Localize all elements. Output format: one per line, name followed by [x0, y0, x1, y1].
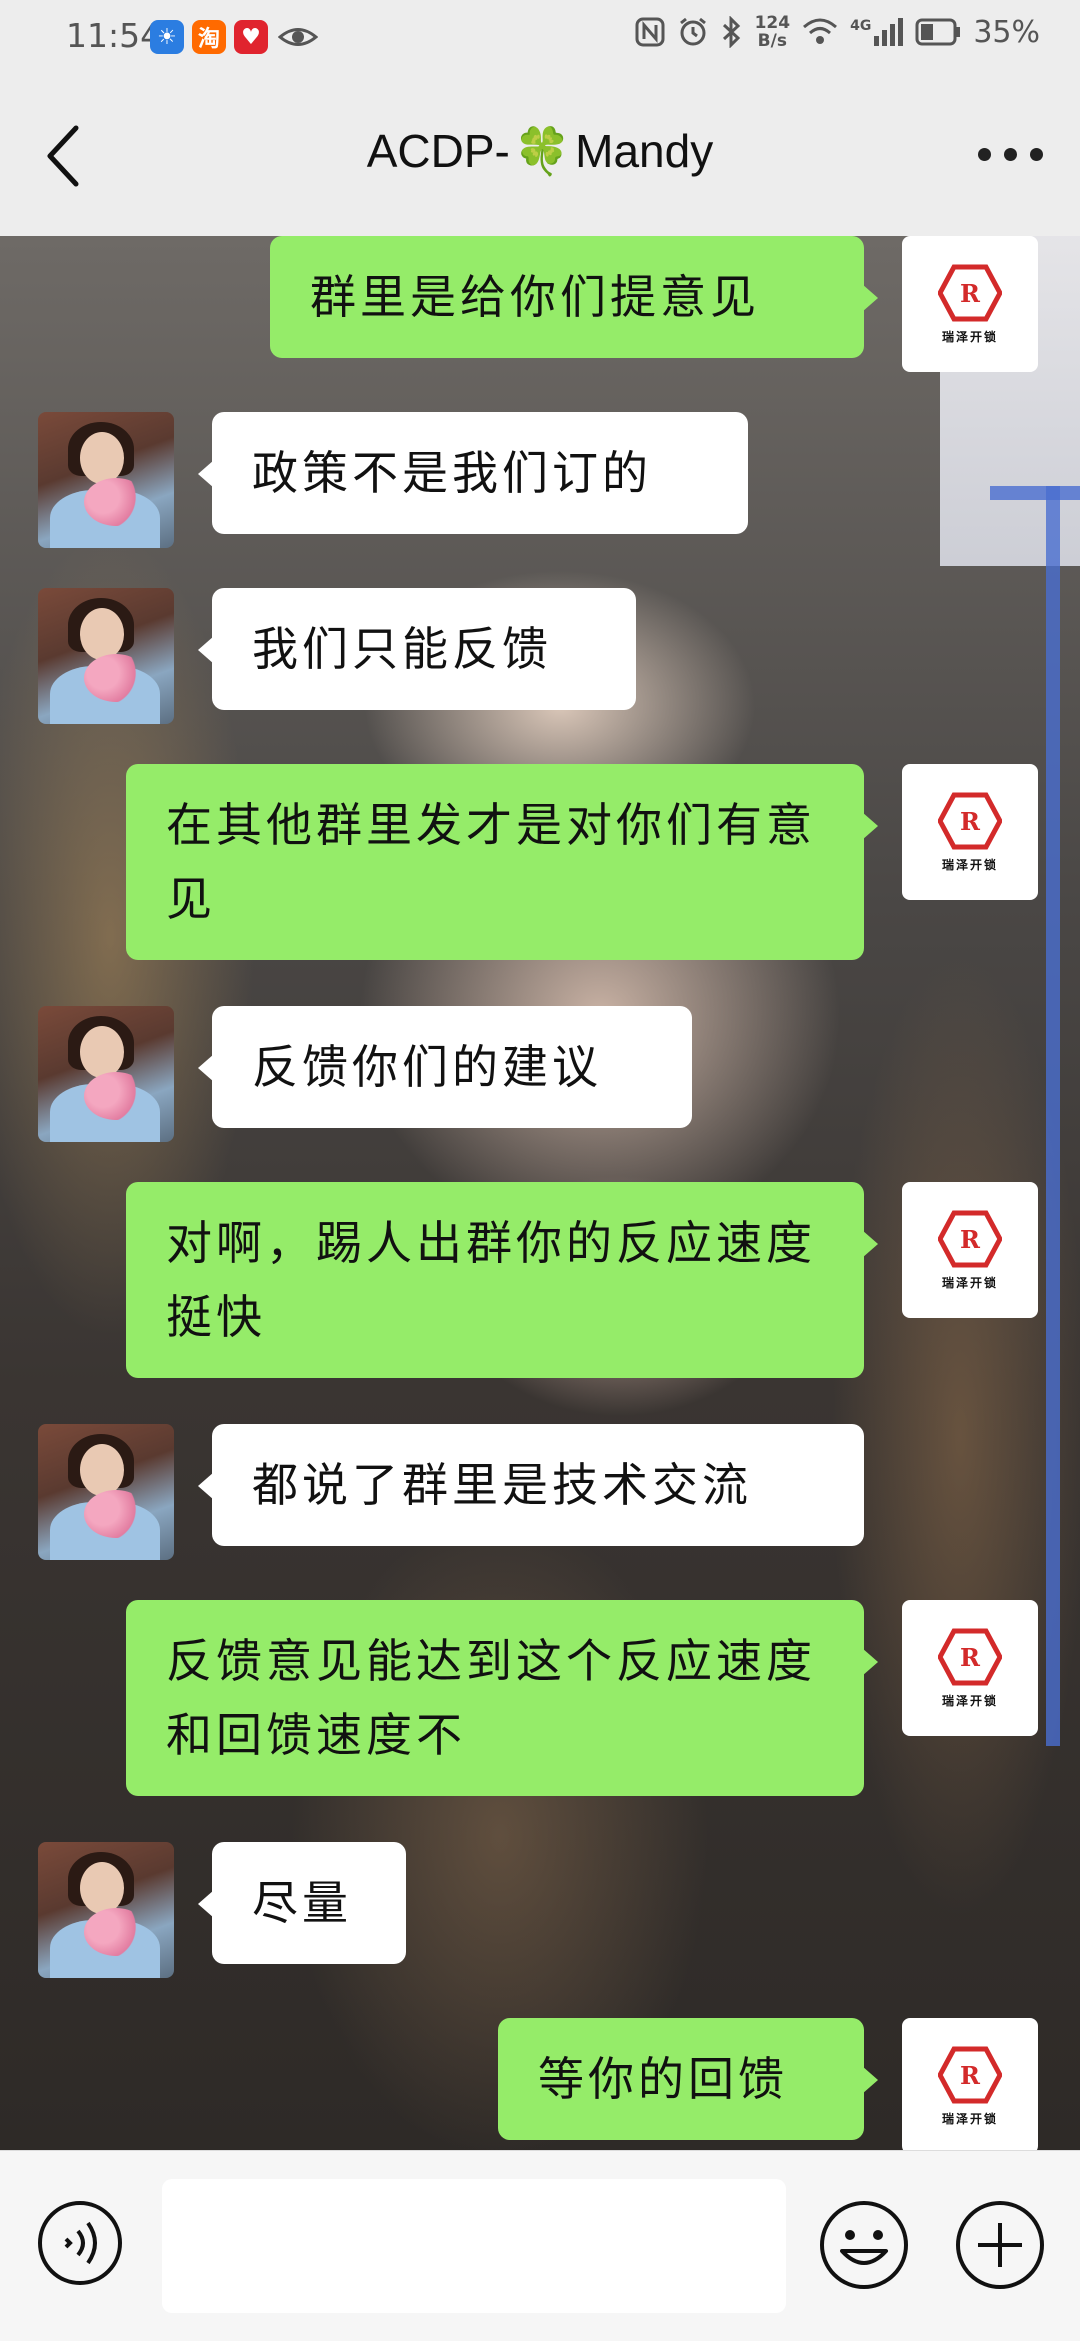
chat-message-list[interactable]: 群里是给你们提意见 R 瑞泽开锁 政策不是我们订的 我们只能反馈 在其他群里发才…	[0, 236, 1080, 2150]
message-text-input[interactable]	[162, 2179, 786, 2313]
battery-percent: 35%	[973, 14, 1040, 50]
contact-avatar[interactable]	[38, 412, 174, 548]
contact-avatar[interactable]	[38, 1424, 174, 1560]
bluetooth-icon	[722, 16, 740, 48]
signal-icon: 4G	[850, 18, 904, 46]
svg-text:R: R	[960, 279, 981, 308]
message-row: 反馈你们的建议	[38, 1006, 692, 1142]
self-avatar-text: 瑞泽开锁	[941, 857, 998, 872]
self-avatar[interactable]: R 瑞泽开锁	[902, 2018, 1038, 2150]
message-bubble-sent[interactable]: 在其他群里发才是对你们有意见	[126, 764, 878, 960]
message-bubble-received[interactable]: 政策不是我们订的	[198, 412, 748, 534]
eye-icon	[278, 28, 318, 46]
contact-avatar[interactable]	[38, 1842, 174, 1978]
self-avatar-text: 瑞泽开锁	[941, 2111, 998, 2126]
nfc-icon	[635, 17, 665, 47]
network-speed: 124 B/s	[754, 13, 791, 51]
message-bubble-received[interactable]: 我们只能反馈	[198, 588, 636, 710]
background-photo-part	[1046, 486, 1060, 1746]
status-bar: 11:54 ☀ 淘 ♥ 124 B/s 4G 35%	[0, 0, 1080, 78]
background-photo-part	[990, 486, 1080, 500]
locksmith-logo-icon: R	[938, 264, 1002, 321]
more-options-button[interactable]	[978, 148, 1044, 168]
alarm-icon	[679, 17, 706, 46]
message-bubble-sent[interactable]: 群里是给你们提意见	[270, 236, 878, 358]
locksmith-logo-icon: R	[938, 2046, 1002, 2103]
more-dot	[1030, 148, 1043, 161]
chat-header: ACDP-🍀Mandy	[0, 78, 1080, 236]
locksmith-logo-icon: R	[938, 1210, 1002, 1267]
svg-text:R: R	[960, 807, 981, 836]
message-bubble-sent[interactable]: 反馈意见能达到这个反应速度和回馈速度不	[126, 1600, 878, 1796]
chat-title: ACDP-🍀Mandy	[0, 124, 1080, 179]
message-row: 政策不是我们订的	[38, 412, 748, 548]
self-avatar-text: 瑞泽开锁	[941, 329, 998, 344]
svg-text:R: R	[960, 1643, 981, 1672]
more-dot	[1004, 148, 1017, 161]
message-row: 群里是给你们提意见 R 瑞泽开锁	[270, 236, 1038, 372]
wifi-icon	[803, 18, 838, 44]
message-row: 尽量	[38, 1842, 406, 1978]
message-input-bar	[0, 2150, 1080, 2341]
self-avatar[interactable]: R 瑞泽开锁	[902, 236, 1038, 372]
status-time: 11:54	[66, 16, 162, 55]
message-bubble-sent[interactable]: 等你的回馈	[498, 2018, 878, 2140]
status-app-icons: ☀ 淘 ♥	[150, 20, 268, 54]
self-avatar[interactable]: R 瑞泽开锁	[902, 764, 1038, 900]
self-avatar[interactable]: R 瑞泽开锁	[902, 1600, 1038, 1736]
heart-app-icon: ♥	[234, 20, 268, 54]
chat-title-prefix: ACDP-	[366, 125, 510, 177]
locksmith-logo-icon: R	[938, 1628, 1002, 1685]
message-bubble-received[interactable]: 都说了群里是技术交流	[198, 1424, 864, 1546]
chat-title-suffix: Mandy	[575, 125, 714, 177]
contact-avatar[interactable]	[38, 1006, 174, 1142]
self-avatar-text: 瑞泽开锁	[941, 1693, 998, 1708]
self-avatar[interactable]: R 瑞泽开锁	[902, 1182, 1038, 1318]
voice-input-button[interactable]	[36, 2199, 124, 2287]
message-row: 在其他群里发才是对你们有意见 R 瑞泽开锁	[126, 764, 1038, 960]
message-row: 我们只能反馈	[38, 588, 636, 724]
weather-app-icon: ☀	[150, 20, 184, 54]
contact-avatar[interactable]	[38, 588, 174, 724]
message-bubble-received[interactable]: 反馈你们的建议	[198, 1006, 692, 1128]
message-bubble-received[interactable]: 尽量	[198, 1842, 406, 1964]
svg-text:R: R	[960, 1225, 981, 1254]
message-row: 都说了群里是技术交流	[38, 1424, 864, 1560]
emoji-button[interactable]	[818, 2199, 910, 2291]
clover-emoji: 🍀	[513, 125, 572, 177]
battery-icon	[915, 18, 961, 46]
svg-text:R: R	[960, 2061, 981, 2090]
message-row: 反馈意见能达到这个反应速度和回馈速度不 R 瑞泽开锁	[126, 1600, 1038, 1796]
more-dot	[978, 148, 991, 161]
message-bubble-sent[interactable]: 对啊，踢人出群你的反应速度挺快	[126, 1182, 878, 1378]
self-avatar-text: 瑞泽开锁	[941, 1275, 998, 1290]
message-row: 对啊，踢人出群你的反应速度挺快 R 瑞泽开锁	[126, 1182, 1038, 1378]
locksmith-logo-icon: R	[938, 792, 1002, 849]
more-actions-plus-button[interactable]	[954, 2199, 1046, 2291]
status-right-icons: 124 B/s 4G 35%	[635, 14, 1040, 50]
taobao-app-icon: 淘	[192, 20, 226, 54]
message-row: 等你的回馈 R 瑞泽开锁	[498, 2018, 1038, 2150]
